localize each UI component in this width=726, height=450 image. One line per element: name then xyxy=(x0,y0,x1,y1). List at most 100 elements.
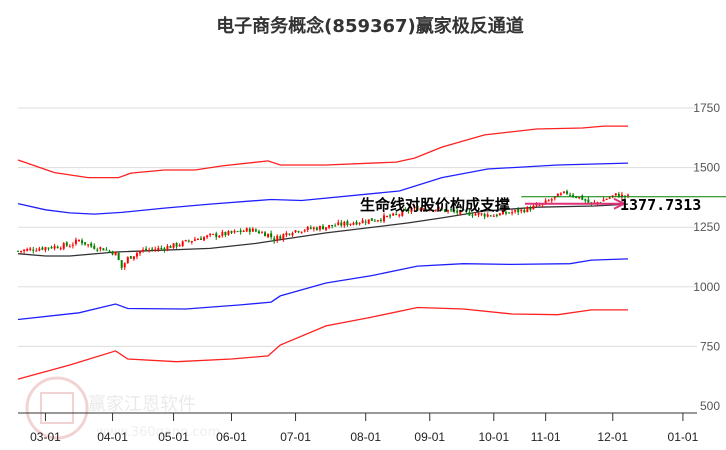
candle-down xyxy=(587,199,590,203)
candle-up xyxy=(44,247,47,250)
candle-up xyxy=(349,223,352,225)
candle-down xyxy=(56,246,59,249)
candle-down xyxy=(96,249,99,251)
candle-up xyxy=(135,253,138,257)
x-tick-label: 11-01 xyxy=(531,430,561,444)
watermark-brand: 赢家江恩软件 xyxy=(88,393,196,415)
candle-up xyxy=(608,197,611,199)
candle-down xyxy=(529,207,532,210)
y-tick-label: 1250 xyxy=(693,220,720,234)
candle-up xyxy=(123,263,126,268)
candle-up xyxy=(148,249,151,251)
y-tick-label: 500 xyxy=(700,399,720,413)
candle-up xyxy=(166,246,169,251)
candle-up xyxy=(184,240,187,242)
candle-down xyxy=(331,224,334,227)
candle-down xyxy=(47,247,50,249)
candle-down xyxy=(379,219,382,221)
candle-up xyxy=(114,251,117,256)
candle-up xyxy=(68,246,71,248)
candle-down xyxy=(81,240,84,244)
channel-chart: 电子商务概念(859367)赢家极反通道 赢家江恩软件 www.360gann.… xyxy=(17,15,726,444)
candle-down xyxy=(270,233,273,238)
candle-up xyxy=(386,215,389,217)
candle-down xyxy=(224,231,227,236)
candle-down xyxy=(93,245,96,249)
series-lower-blue xyxy=(17,258,629,321)
candle-up xyxy=(126,257,129,263)
candle-down xyxy=(584,199,587,201)
candle-up xyxy=(212,233,215,235)
candle-up xyxy=(132,256,135,260)
y-tick-label: 1500 xyxy=(693,161,720,175)
candle-up xyxy=(337,222,340,225)
candle-down xyxy=(288,233,291,235)
x-tick-label: 07-01 xyxy=(280,430,311,444)
candle-down xyxy=(105,249,108,251)
candle-up xyxy=(547,200,550,202)
candle-down xyxy=(483,213,486,217)
candle-up xyxy=(312,227,315,229)
candle-down xyxy=(200,238,202,240)
candle-down xyxy=(41,247,44,250)
x-tick-label: 04-01 xyxy=(97,430,128,444)
candle-down xyxy=(346,221,349,226)
candle-up xyxy=(23,249,26,252)
candle-up xyxy=(251,228,254,232)
candle-up xyxy=(526,206,529,212)
candle-down xyxy=(355,221,358,225)
candle-down xyxy=(32,249,35,251)
candle-down xyxy=(117,252,120,260)
x-tick-label: 09-01 xyxy=(414,430,445,444)
y-axis: 500 750 1000 1250 1500 1750 xyxy=(693,101,720,413)
x-tick-label: 10-01 xyxy=(478,430,509,444)
series-lower-red xyxy=(17,306,628,380)
candle-down xyxy=(517,208,520,213)
candle-down xyxy=(334,225,337,227)
candle-down xyxy=(273,238,276,241)
candle-up xyxy=(306,226,309,230)
x-tick-label: 08-01 xyxy=(350,430,381,444)
candle-down xyxy=(495,214,498,217)
candle-up xyxy=(78,240,80,242)
candle-up xyxy=(38,248,41,251)
candle-up xyxy=(267,233,270,238)
candle-down xyxy=(248,228,251,232)
candle-down xyxy=(120,260,123,268)
candle-up xyxy=(242,231,245,233)
candle-down xyxy=(230,230,233,233)
candle-up xyxy=(358,222,361,224)
x-tick-label: 06-01 xyxy=(216,430,247,444)
candle-down xyxy=(160,247,163,249)
candle-down xyxy=(239,230,242,233)
candle-down xyxy=(523,209,526,213)
candle-up xyxy=(361,220,364,224)
candle-down xyxy=(364,221,367,223)
candle-up xyxy=(62,243,65,249)
candle-down xyxy=(215,233,218,238)
candle-up xyxy=(178,245,181,247)
watermark-seal xyxy=(25,376,89,440)
candle-down xyxy=(102,248,105,251)
candle-up xyxy=(203,237,206,241)
candle-up xyxy=(614,193,617,196)
candle-up xyxy=(285,233,288,236)
candle-up xyxy=(206,235,209,238)
candle-up xyxy=(325,227,328,230)
candle-up xyxy=(233,230,236,233)
candle-up xyxy=(71,244,74,246)
candle-up xyxy=(87,244,90,246)
y-tick-label: 1750 xyxy=(693,101,720,115)
y-tick-label: 1000 xyxy=(693,280,720,294)
candle-down xyxy=(169,245,172,248)
candle-up xyxy=(20,250,23,252)
candle-up xyxy=(367,219,370,224)
candle-up xyxy=(221,232,224,236)
candle-up xyxy=(538,205,541,207)
candle-up xyxy=(291,233,294,236)
channel-lines xyxy=(17,125,629,380)
candle-up xyxy=(59,248,62,250)
candle-down xyxy=(569,194,572,196)
candle-down xyxy=(297,231,300,233)
x-tick-label: 05-01 xyxy=(158,430,189,444)
